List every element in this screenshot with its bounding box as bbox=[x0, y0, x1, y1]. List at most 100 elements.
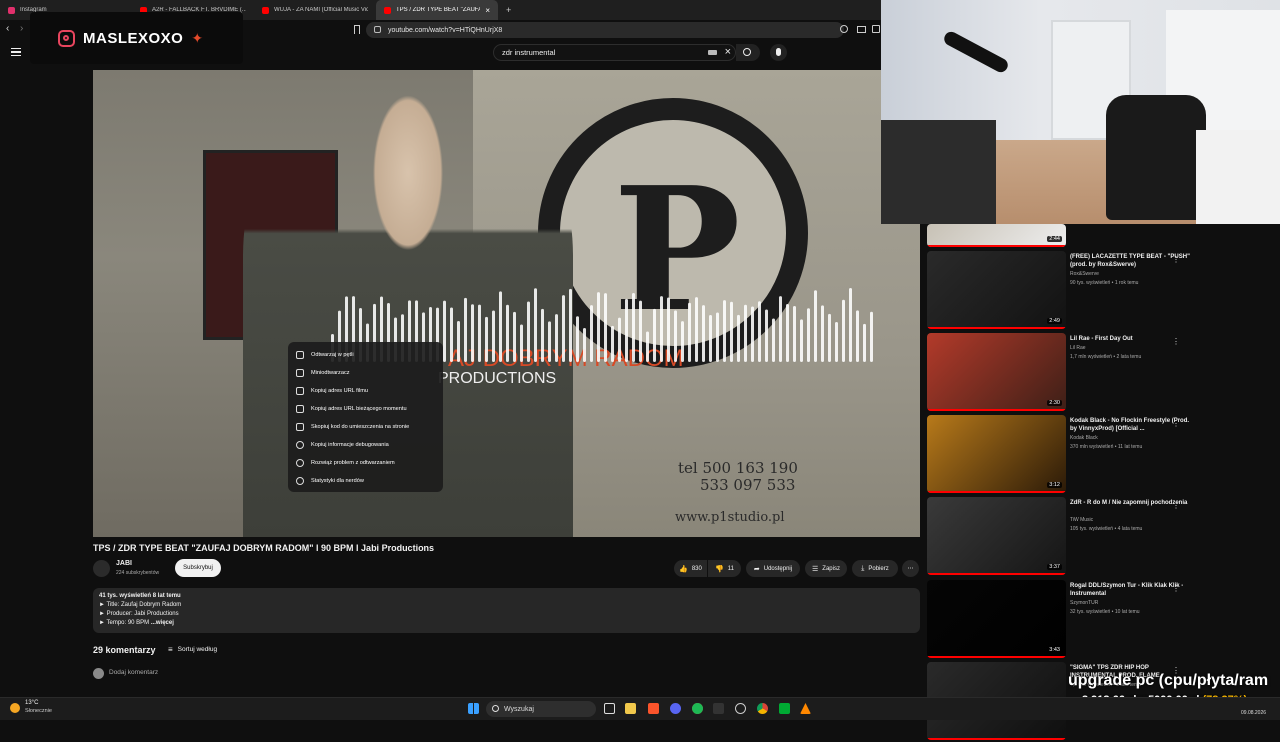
recommended-channel[interactable]: Rox&Swerve bbox=[1070, 271, 1099, 277]
recommended-video[interactable]: 3:37 ZdR - R do M / Nie zapomnij pochodze… bbox=[927, 497, 1217, 577]
visualizer-bar bbox=[583, 327, 586, 362]
more-options-icon[interactable]: ⋮ bbox=[1172, 419, 1180, 428]
help-icon bbox=[296, 459, 304, 467]
visualizer-bar bbox=[499, 291, 502, 362]
context-menu-label: Miniodtwarzacz bbox=[311, 370, 350, 376]
more-actions-button[interactable]: ⋯ bbox=[902, 560, 919, 577]
video-description[interactable]: 41 tys. wyświetleń 8 lat temu ► Title: Z… bbox=[93, 588, 920, 633]
more-options-icon[interactable]: ⋮ bbox=[1172, 337, 1180, 346]
back-icon[interactable]: ‹ bbox=[6, 23, 9, 34]
hamburger-menu-icon[interactable] bbox=[11, 48, 21, 56]
tab-label: TPS / ZDR TYPE BEAT "ZAUFAJ D... bbox=[396, 7, 481, 13]
visualizer-bar bbox=[541, 308, 544, 362]
context-menu-item[interactable]: Statystyki dla nerdów bbox=[288, 472, 443, 490]
keyboard-icon[interactable] bbox=[708, 50, 717, 55]
address-bar[interactable]: youtube.com/watch?v=HTiQHnUrjX8 bbox=[366, 22, 844, 38]
clear-search-icon[interactable]: × bbox=[725, 46, 731, 58]
brave-icon[interactable] bbox=[648, 703, 659, 714]
weather-description[interactable]: Słonecznie bbox=[25, 708, 52, 714]
context-menu-item[interactable]: Kopiuj adres URL bieżącego momentu bbox=[288, 400, 443, 418]
more-options-icon[interactable]: ⋮ bbox=[1172, 255, 1180, 264]
video-thumbnail[interactable]: 3:37 bbox=[927, 497, 1066, 575]
xbox-icon[interactable] bbox=[713, 703, 724, 714]
video-player[interactable]: P tel 500 163 190 533 097 533 www.p1stud… bbox=[93, 70, 920, 537]
video-duration: 2:30 bbox=[1047, 400, 1062, 406]
recommended-meta: 90 tys. wyświetleń • 1 rok temu bbox=[1070, 280, 1139, 286]
channel-name[interactable]: JABI bbox=[116, 560, 132, 567]
extensions-icon[interactable] bbox=[872, 25, 880, 33]
recommended-video[interactable]: 3:12 Kodak Black - No Flockin Freestyle (… bbox=[927, 415, 1217, 495]
download-button[interactable]: ⤓ Pobierz bbox=[852, 560, 898, 577]
windows-taskbar: 13°C Słonecznie Wyszukaj 09.08.2026 bbox=[0, 697, 1280, 720]
context-menu-item[interactable]: Odtwarzaj w pętli bbox=[288, 346, 443, 364]
add-comment-input[interactable]: Dodaj komentarz bbox=[109, 669, 158, 676]
weather-temp[interactable]: 13°C bbox=[25, 700, 38, 706]
app-a-icon[interactable] bbox=[779, 703, 790, 714]
spotify-icon[interactable] bbox=[692, 703, 703, 714]
recommended-video[interactable]: 3:43 Rogal DDL/Szymon Tur - Klik Klak Kli… bbox=[927, 580, 1217, 660]
vlc-icon[interactable] bbox=[800, 703, 811, 714]
visualizer-bar bbox=[667, 297, 670, 362]
browser-tab[interactable]: TPS / ZDR TYPE BEAT "ZAUFAJ D... × bbox=[376, 0, 498, 20]
discord-icon[interactable] bbox=[670, 703, 681, 714]
video-thumbnail[interactable]: 3:43 bbox=[927, 580, 1066, 658]
visualizer-bar bbox=[576, 316, 579, 362]
more-options-icon[interactable]: ⋮ bbox=[1172, 584, 1180, 593]
voice-search-button[interactable] bbox=[770, 44, 787, 61]
search-value: zdr instrumental bbox=[502, 48, 556, 57]
recommended-channel[interactable]: Kodak Black bbox=[1070, 435, 1098, 441]
commenter-avatar bbox=[93, 668, 104, 679]
zoom-icon[interactable] bbox=[840, 25, 848, 33]
video-duration: 3:37 bbox=[1047, 564, 1062, 570]
context-menu-item[interactable]: Rozwiąż problem z odtwarzaniem bbox=[288, 454, 443, 472]
new-tab-button[interactable]: + bbox=[506, 5, 511, 15]
video-thumbnail[interactable]: 2:30 bbox=[927, 333, 1066, 411]
site-info-icon[interactable] bbox=[374, 26, 381, 33]
visualizer-bar bbox=[485, 316, 488, 362]
bookmark-icon[interactable] bbox=[354, 25, 360, 34]
cast-icon[interactable] bbox=[857, 26, 866, 33]
recommended-channel[interactable]: Lil Rae bbox=[1070, 345, 1086, 351]
recommended-video[interactable]: 2:49 (FREE) LACAZETTE TYPE BEAT - "PUSH" … bbox=[927, 251, 1217, 331]
dislike-button[interactable]: 👎 11 bbox=[708, 560, 741, 577]
recommended-channel[interactable]: TiW Music bbox=[1070, 517, 1093, 523]
context-menu-item[interactable]: Kopiuj adres URL filmu bbox=[288, 382, 443, 400]
recommended-video[interactable]: 2:30 Lil Rae - First Day Out Lil Rae 1,7 ml… bbox=[927, 333, 1217, 413]
settings-icon[interactable] bbox=[735, 703, 746, 714]
weather-icon[interactable] bbox=[10, 703, 20, 713]
forward-icon[interactable]: › bbox=[20, 23, 23, 34]
search-input[interactable]: zdr instrumental × bbox=[493, 44, 736, 61]
visualizer-bar bbox=[681, 321, 684, 362]
context-menu-item[interactable]: Kopiuj informacje debugowania bbox=[288, 436, 443, 454]
description-more-link[interactable]: ...więcej bbox=[151, 620, 174, 626]
close-tab-icon[interactable]: × bbox=[485, 6, 490, 15]
more-options-icon[interactable]: ⋮ bbox=[1172, 501, 1180, 510]
video-thumbnail[interactable]: 3:12 bbox=[927, 415, 1066, 493]
save-button[interactable]: ☰ Zapisz bbox=[805, 560, 847, 577]
taskbar-date[interactable]: 09.08.2026 bbox=[1241, 710, 1266, 716]
context-menu-label: Kopiuj adres URL filmu bbox=[311, 388, 368, 394]
windows-start-icon[interactable] bbox=[468, 703, 479, 714]
recommended-channel[interactable]: SzymonTUR bbox=[1070, 600, 1098, 606]
chrome-icon[interactable] bbox=[757, 703, 768, 714]
channel-avatar[interactable] bbox=[93, 560, 110, 577]
visualizer-bar bbox=[695, 297, 698, 362]
sort-comments-button[interactable]: ≡ Sortuj według bbox=[168, 645, 217, 654]
taskbar-search[interactable]: Wyszukaj bbox=[486, 701, 596, 717]
context-menu-item[interactable]: Skopiuj kod do umieszczenia na stronie bbox=[288, 418, 443, 436]
file-explorer-icon[interactable] bbox=[625, 703, 636, 714]
browser-tab[interactable]: WUJA - ZA NAMI (Official Music Vide... bbox=[254, 0, 376, 20]
search-button[interactable] bbox=[736, 44, 760, 61]
description-line-2: ► Producer: Jabi Productions bbox=[99, 611, 179, 617]
like-button[interactable]: 👍 830 bbox=[674, 560, 707, 577]
video-thumbnail[interactable]: 2:44 bbox=[927, 224, 1066, 247]
subscribe-button[interactable]: Subskrybuj bbox=[175, 559, 221, 577]
thumbs-up-icon: 👍 bbox=[679, 565, 688, 573]
visualizer-bar bbox=[464, 297, 467, 362]
info-icon bbox=[296, 477, 304, 485]
share-button[interactable]: ➦ Udostępnij bbox=[746, 560, 800, 577]
video-thumbnail[interactable]: 2:49 bbox=[927, 251, 1066, 329]
video-duration: 2:49 bbox=[1047, 318, 1062, 324]
task-view-icon[interactable] bbox=[604, 703, 615, 714]
context-menu-item[interactable]: Miniodtwarzacz bbox=[288, 364, 443, 382]
